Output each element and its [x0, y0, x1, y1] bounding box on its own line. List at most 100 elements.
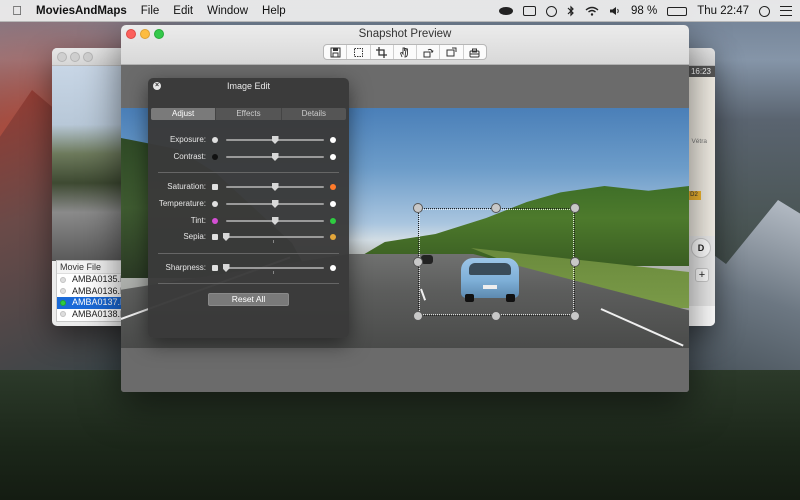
window-title: Snapshot Preview [358, 28, 452, 40]
save-button[interactable] [324, 45, 348, 59]
slider-thumb[interactable] [271, 217, 279, 225]
slider-track[interactable] [226, 200, 324, 208]
slider-label: Tint: [190, 216, 206, 225]
file-row[interactable]: AMBA0136.M [57, 286, 121, 298]
rotate-button[interactable] [417, 45, 441, 59]
file-row[interactable]: AMBA0135.M [57, 274, 121, 286]
movie-file-header[interactable]: Movie File [57, 261, 121, 274]
select-tool-button[interactable] [347, 45, 371, 59]
file-name: AMBA0138.M [72, 308, 121, 319]
crop-tool-button[interactable] [371, 45, 394, 59]
eye-icon[interactable] [498, 7, 513, 15]
select-icon [353, 47, 363, 57]
map-road-badge: D2 [687, 191, 701, 200]
crop-selection[interactable] [418, 208, 575, 316]
volume-icon[interactable] [609, 6, 621, 16]
menu-edit[interactable]: Edit [173, 5, 193, 17]
reset-all-button[interactable]: Reset All [208, 293, 289, 306]
right-list [687, 306, 715, 326]
tab-details[interactable]: Details [282, 108, 346, 120]
slider-row: Temperature: [148, 198, 349, 210]
slider-label: Sepia: [183, 232, 206, 241]
app-menu[interactable]: MoviesAndMaps [36, 5, 127, 17]
slider-center-tick [273, 240, 274, 243]
slider-track[interactable] [222, 264, 324, 274]
zoom-button[interactable] [83, 52, 93, 62]
color-icon [330, 184, 336, 190]
grayscale-icon [212, 184, 218, 190]
share-button[interactable] [464, 45, 486, 59]
dim-sun-icon [212, 137, 218, 143]
slider-label: Exposure: [169, 135, 206, 144]
slider-row: Tint: [148, 215, 349, 227]
hand-tool-button[interactable] [394, 45, 418, 59]
map-place-label: Vétra [691, 138, 707, 145]
slider-label: Saturation: [167, 182, 206, 191]
apple-menu-icon[interactable]:  [6, 3, 28, 18]
menu-window[interactable]: Window [207, 5, 248, 17]
contrast-high-icon [330, 154, 336, 160]
slider-label: Contrast: [173, 152, 206, 161]
menu-file[interactable]: File [141, 5, 160, 17]
slider-thumb[interactable] [271, 183, 279, 191]
slider-track[interactable] [226, 153, 324, 161]
close-button[interactable] [57, 52, 67, 62]
file-row[interactable]: AMBA0138.M [57, 309, 121, 321]
file-status-dot [60, 276, 66, 283]
crop-handle-top-left[interactable] [413, 203, 423, 213]
slider-track[interactable] [222, 233, 324, 243]
map-compass[interactable]: D [691, 238, 711, 258]
menu-help[interactable]: Help [262, 5, 286, 17]
notification-center-icon[interactable] [780, 6, 792, 16]
slider-thumb[interactable] [222, 233, 230, 241]
crop-handle-bottom[interactable] [491, 311, 501, 321]
crop-handle-right[interactable] [570, 257, 580, 267]
menu-clock[interactable]: Thu 22:47 [697, 5, 749, 17]
panel-title: Image Edit [226, 81, 271, 91]
slider-track[interactable] [226, 136, 324, 144]
file-row-selected[interactable]: AMBA0137.M [57, 297, 121, 309]
movie-file-list: Movie File AMBA0135.M AMBA0136.M AMBA013… [56, 260, 122, 322]
cool-icon [212, 201, 218, 207]
file-status-dot [60, 311, 66, 318]
slider-center-tick [273, 271, 274, 274]
bright-sun-icon [330, 137, 336, 143]
sepia-icon [330, 234, 336, 240]
crop-handle-bottom-left[interactable] [413, 311, 423, 321]
spotlight-search-icon[interactable] [759, 5, 770, 17]
slider-row: Exposure: [148, 134, 349, 146]
map-view[interactable] [687, 66, 715, 236]
green-icon [330, 218, 336, 224]
slider-thumb[interactable] [271, 153, 279, 161]
tab-adjust[interactable]: Adjust [151, 108, 217, 120]
slider-thumb[interactable] [271, 136, 279, 144]
wifi-icon[interactable] [585, 6, 599, 16]
crop-handle-bottom-right[interactable] [570, 311, 580, 321]
slider-label: Sharpness: [165, 263, 206, 272]
slider-row: Saturation: [148, 181, 349, 193]
crop-handle-top[interactable] [491, 203, 501, 213]
file-name: AMBA0135.M [72, 274, 121, 284]
video-preview[interactable] [52, 66, 122, 261]
resize-button[interactable] [440, 45, 464, 59]
time-machine-icon[interactable] [545, 5, 557, 17]
slider-thumb[interactable] [271, 200, 279, 208]
crop-handle-left[interactable] [413, 257, 423, 267]
map-time-label: 16:23 [687, 66, 715, 77]
slider-track[interactable] [226, 217, 324, 225]
slider-track[interactable] [226, 183, 324, 191]
snapshot-titlebar[interactable]: Snapshot Preview [121, 25, 689, 65]
slider-row: Sharpness: [148, 262, 349, 274]
slider-thumb[interactable] [222, 264, 230, 272]
contrast-low-icon [212, 154, 218, 160]
tab-effects[interactable]: Effects [216, 108, 282, 120]
status-area: 98 % Thu 22:47 [498, 0, 792, 22]
file-status-dot [60, 299, 66, 306]
display-icon[interactable] [522, 6, 536, 16]
bluetooth-icon[interactable] [567, 5, 575, 17]
battery-icon[interactable] [667, 6, 688, 16]
map-zoom-in-button[interactable]: + [695, 268, 709, 282]
crop-handle-top-right[interactable] [570, 203, 580, 213]
minimize-button[interactable] [70, 52, 80, 62]
file-status-dot [60, 288, 66, 295]
